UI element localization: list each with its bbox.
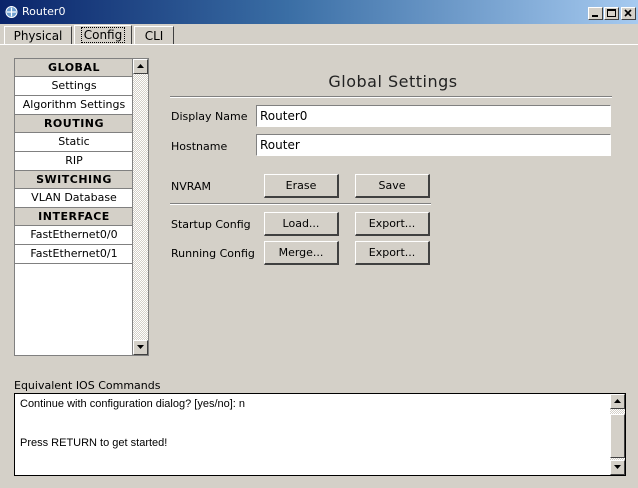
erase-button[interactable]: Erase (264, 174, 339, 198)
config-sidebar: GLOBAL Settings Algorithm Settings ROUTI… (14, 58, 149, 356)
startup-config-label: Startup Config (171, 218, 251, 231)
export-running-button[interactable]: Export... (355, 241, 430, 265)
sidebar-scrollbar[interactable] (133, 59, 148, 355)
title-separator (170, 96, 612, 98)
tab-cli[interactable]: CLI (134, 26, 174, 44)
sidebar-item-static[interactable]: Static (15, 133, 133, 152)
sidebar-item-fastethernet0-0[interactable]: FastEthernet0/0 (15, 226, 133, 245)
nvram-separator (170, 203, 431, 205)
sidebar-item-rip[interactable]: RIP (15, 152, 133, 171)
router-icon (5, 6, 18, 18)
minimize-button[interactable] (588, 7, 603, 20)
hostname-label: Hostname (171, 140, 228, 153)
save-button[interactable]: Save (355, 174, 430, 198)
export-startup-button[interactable]: Export... (355, 212, 430, 236)
sidebar-item-algorithm-settings[interactable]: Algorithm Settings (15, 96, 133, 115)
page-title: Global Settings (328, 72, 458, 91)
nvram-label: NVRAM (171, 180, 211, 193)
tab-bar: Physical Config CLI (0, 25, 638, 44)
sidebar-item-settings[interactable]: Settings (15, 77, 133, 96)
sidebar-item-fastethernet0-1[interactable]: FastEthernet0/1 (15, 245, 133, 264)
ios-scroll-up-button[interactable] (610, 394, 625, 409)
arrow-up-icon (614, 399, 621, 403)
ios-scroll-thumb[interactable] (610, 414, 625, 458)
sidebar-scroll-up-button[interactable] (133, 59, 148, 74)
ios-commands-output[interactable]: Continue with configuration dialog? [yes… (14, 393, 626, 476)
sidebar-section-interface: INTERFACE (15, 208, 133, 226)
maximize-icon (607, 9, 616, 17)
hostname-input[interactable]: Router (256, 134, 611, 156)
ios-scroll-down-button[interactable] (610, 460, 625, 475)
title-bar: Router0 (0, 0, 638, 24)
close-button[interactable] (621, 7, 636, 20)
tab-divider (0, 44, 638, 45)
arrow-down-icon (137, 345, 144, 349)
close-icon (624, 9, 632, 17)
display-name-label: Display Name (171, 110, 248, 123)
sidebar-section-routing: ROUTING (15, 115, 133, 133)
sidebar-scroll-down-button[interactable] (133, 340, 148, 355)
sidebar-section-switching: SWITCHING (15, 171, 133, 189)
arrow-down-icon (614, 465, 621, 469)
display-name-input[interactable]: Router0 (256, 105, 611, 127)
sidebar-section-global: GLOBAL (15, 59, 133, 77)
arrow-up-icon (137, 64, 144, 68)
minimize-icon (592, 15, 598, 17)
running-config-label: Running Config (171, 247, 255, 260)
tab-config[interactable]: Config (74, 25, 132, 44)
merge-running-button[interactable]: Merge... (264, 241, 339, 265)
ios-scrollbar[interactable] (610, 394, 625, 475)
ios-line-1: Continue with configuration dialog? [yes… (20, 398, 246, 410)
ios-commands-label: Equivalent IOS Commands (14, 379, 161, 392)
window-title: Router0 (22, 5, 66, 18)
sidebar-item-vlan-database[interactable]: VLAN Database (15, 189, 133, 208)
load-startup-button[interactable]: Load... (264, 212, 339, 236)
sidebar-list: GLOBAL Settings Algorithm Settings ROUTI… (15, 59, 133, 264)
ios-line-3: Press RETURN to get started! (20, 437, 168, 449)
maximize-button[interactable] (604, 7, 619, 20)
tab-physical[interactable]: Physical (4, 26, 72, 44)
